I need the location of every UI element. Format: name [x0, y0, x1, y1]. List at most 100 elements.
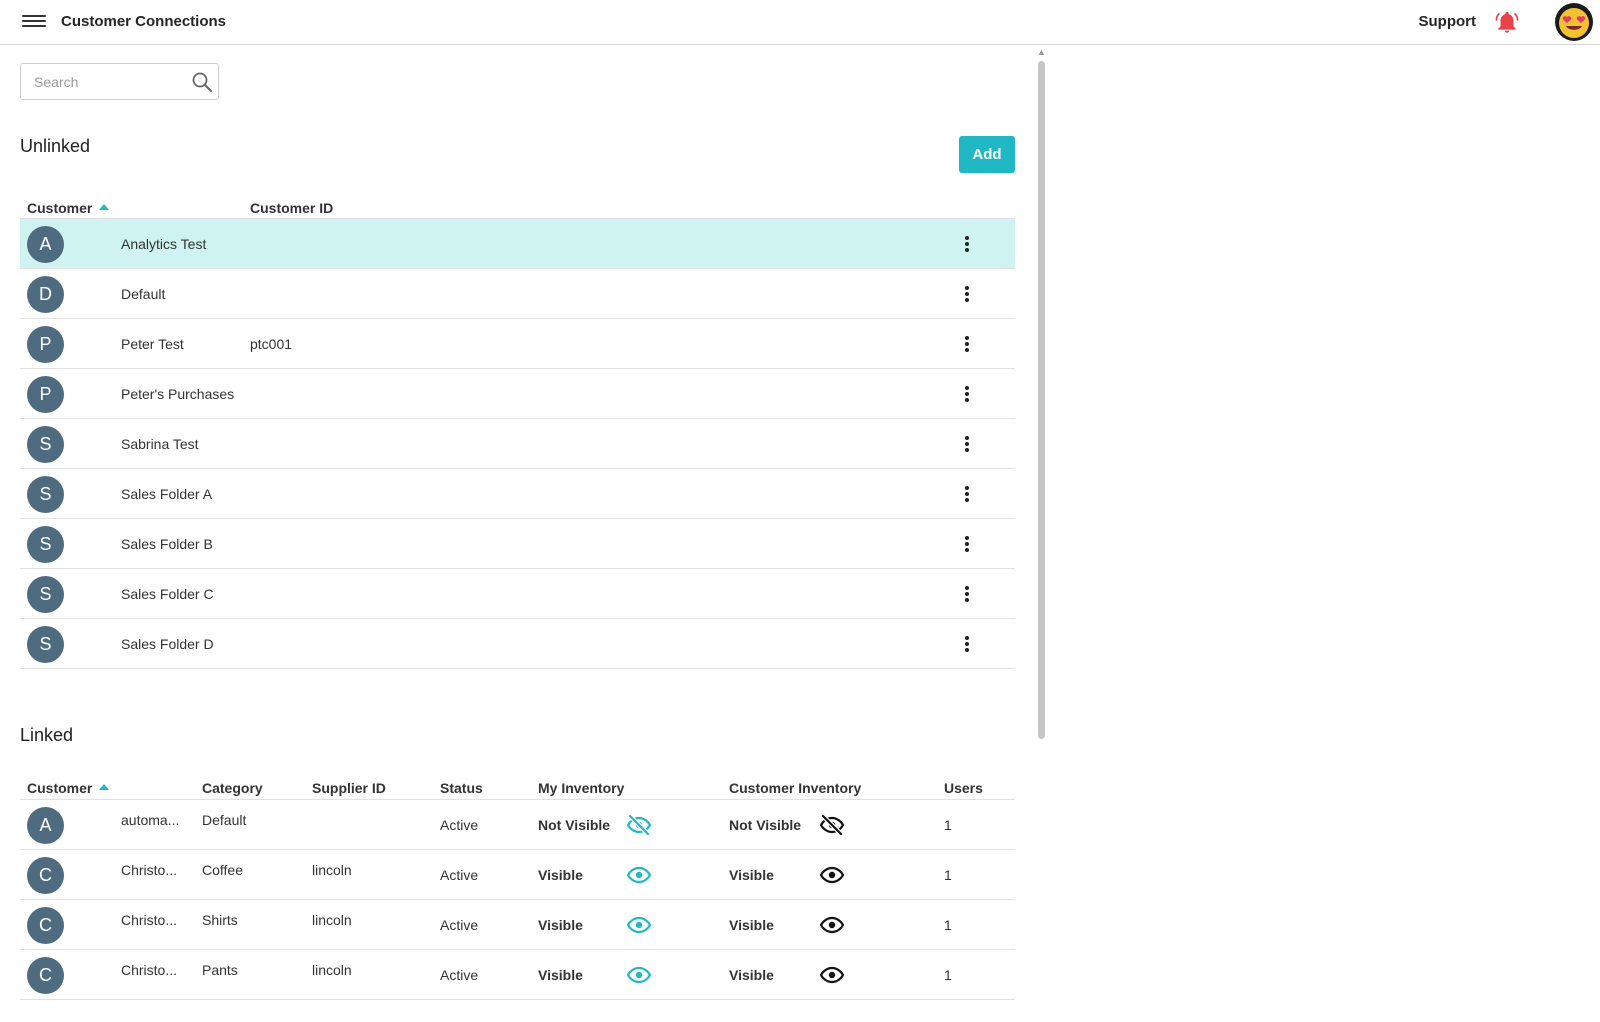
customer-inventory-visibility[interactable]: Visible [729, 917, 819, 933]
table-divider [20, 668, 1015, 669]
customer-avatar: S [27, 426, 64, 463]
my-inventory-visibility[interactable]: Visible [538, 917, 628, 933]
more-vertical-icon[interactable] [957, 634, 977, 656]
column-customer[interactable]: Customer [27, 200, 110, 216]
supplier-id: lincoln [312, 962, 352, 978]
column-category[interactable]: Category [202, 780, 263, 796]
table-row[interactable]: C Christo... Coffee lincoln Active Visible Vis… [20, 849, 1015, 900]
table-row[interactable]: S Sales Folder A [20, 468, 1015, 519]
eye-icon[interactable] [626, 863, 652, 887]
column-status[interactable]: Status [440, 780, 483, 796]
search-field[interactable] [20, 63, 219, 100]
category: Coffee [202, 862, 243, 878]
table-row[interactable]: S Sabrina Test [20, 418, 1015, 469]
eye-off-icon[interactable] [819, 813, 845, 837]
customer-name: Sales Folder B [121, 536, 213, 552]
table-row[interactable]: P Peter's Purchases [20, 368, 1015, 419]
customer-avatar: C [27, 857, 64, 894]
eye-off-icon[interactable] [626, 813, 652, 837]
customer-name: Default [121, 286, 166, 302]
more-vertical-icon[interactable] [957, 284, 977, 306]
my-inventory-visibility[interactable]: Not Visible [538, 817, 628, 833]
customer-name: Sales Folder A [121, 486, 213, 502]
customer-avatar: S [27, 476, 64, 513]
status: Active [440, 867, 479, 883]
more-vertical-icon[interactable] [957, 484, 977, 506]
sort-ascending-icon[interactable] [99, 784, 110, 791]
more-vertical-icon[interactable] [957, 384, 977, 406]
top-app-bar: Customer Connections Support [0, 0, 1600, 45]
more-vertical-icon[interactable] [957, 334, 977, 356]
column-customer-inventory[interactable]: Customer Inventory [729, 780, 861, 796]
my-inventory-visibility[interactable]: Visible [538, 867, 628, 883]
table-row[interactable]: A Analytics Test [20, 218, 1015, 269]
table-row[interactable]: D Default [20, 268, 1015, 319]
customer-avatar: D [27, 276, 64, 313]
customer-id: ptc001 [250, 336, 293, 352]
column-supplier-id[interactable]: Supplier ID [312, 780, 386, 796]
column-users[interactable]: Users [944, 780, 983, 796]
customer-avatar: C [27, 957, 64, 994]
customer-inventory-visibility[interactable]: Not Visible [729, 817, 819, 833]
users-count: 1 [944, 867, 952, 883]
table-row[interactable]: C Christo... Pants lincoln Active Visible Visi… [20, 949, 1015, 1000]
customer-avatar: A [27, 226, 64, 263]
search-icon[interactable] [190, 70, 214, 94]
customer-inventory-visibility[interactable]: Visible [729, 967, 819, 983]
table-row[interactable]: S Sales Folder C [20, 568, 1015, 619]
status: Active [440, 967, 479, 983]
category: Pants [202, 962, 238, 978]
customer-avatar: S [27, 626, 64, 663]
unlinked-section-title: Unlinked [20, 136, 91, 156]
customer-name: Sales Folder C [121, 586, 214, 602]
supplier-id: lincoln [312, 912, 352, 928]
customer-name: Christo... [121, 912, 178, 928]
customer-avatar: A [27, 807, 64, 844]
my-inventory-visibility[interactable]: Visible [538, 967, 628, 983]
customer-avatar: S [27, 526, 64, 563]
customer-name: Sales Folder D [121, 636, 214, 652]
customer-inventory-visibility[interactable]: Visible [729, 867, 819, 883]
search-input[interactable] [21, 64, 181, 99]
customer-name: Peter's Purchases [121, 386, 235, 402]
table-row[interactable]: Aautoma... Default Active Not Visible Not Vi… [20, 799, 1015, 850]
customer-name: Christo... [121, 862, 178, 878]
eye-icon[interactable] [819, 963, 845, 987]
users-count: 1 [944, 967, 952, 983]
table-row[interactable]: P Peter Test ptc001 [20, 318, 1015, 369]
customer-avatar: C [27, 907, 64, 944]
customer-name: Peter Test [121, 336, 184, 352]
more-vertical-icon[interactable] [957, 534, 977, 556]
customer-avatar: P [27, 376, 64, 413]
customer-name: Sabrina Test [121, 436, 199, 452]
support-link[interactable]: Support [1419, 13, 1477, 30]
more-vertical-icon[interactable] [957, 234, 977, 256]
main-content: Unlinked Add Customer Customer ID A Analy… [0, 45, 1040, 1022]
user-avatar[interactable] [1555, 3, 1593, 41]
eye-icon[interactable] [626, 913, 652, 937]
column-customer[interactable]: Customer [27, 780, 110, 796]
eye-icon[interactable] [819, 913, 845, 937]
table-row[interactable]: S Sales Folder B [20, 518, 1015, 569]
status: Active [440, 817, 479, 833]
column-my-inventory[interactable]: My Inventory [538, 780, 624, 796]
table-row[interactable]: C Christo... Shirts lincoln Active Visible Vis… [20, 899, 1015, 950]
column-customer-id[interactable]: Customer ID [250, 200, 333, 216]
eye-icon[interactable] [819, 863, 845, 887]
bell-icon[interactable] [1494, 9, 1520, 35]
hamburger-menu-icon[interactable] [22, 12, 46, 32]
category: Default [202, 812, 247, 828]
more-vertical-icon[interactable] [957, 434, 977, 456]
customer-avatar: P [27, 326, 64, 363]
customer-name: Analytics Test [121, 236, 207, 252]
linked-section-title: Linked [20, 725, 74, 745]
sort-ascending-icon[interactable] [99, 204, 110, 211]
supplier-id: lincoln [312, 862, 352, 878]
customer-name: automa... [121, 812, 180, 828]
page-title: Customer Connections [61, 13, 227, 30]
eye-icon[interactable] [626, 963, 652, 987]
category: Shirts [202, 912, 238, 928]
table-row[interactable]: S Sales Folder D [20, 618, 1015, 669]
add-button[interactable]: Add [959, 136, 1015, 173]
more-vertical-icon[interactable] [957, 584, 977, 606]
